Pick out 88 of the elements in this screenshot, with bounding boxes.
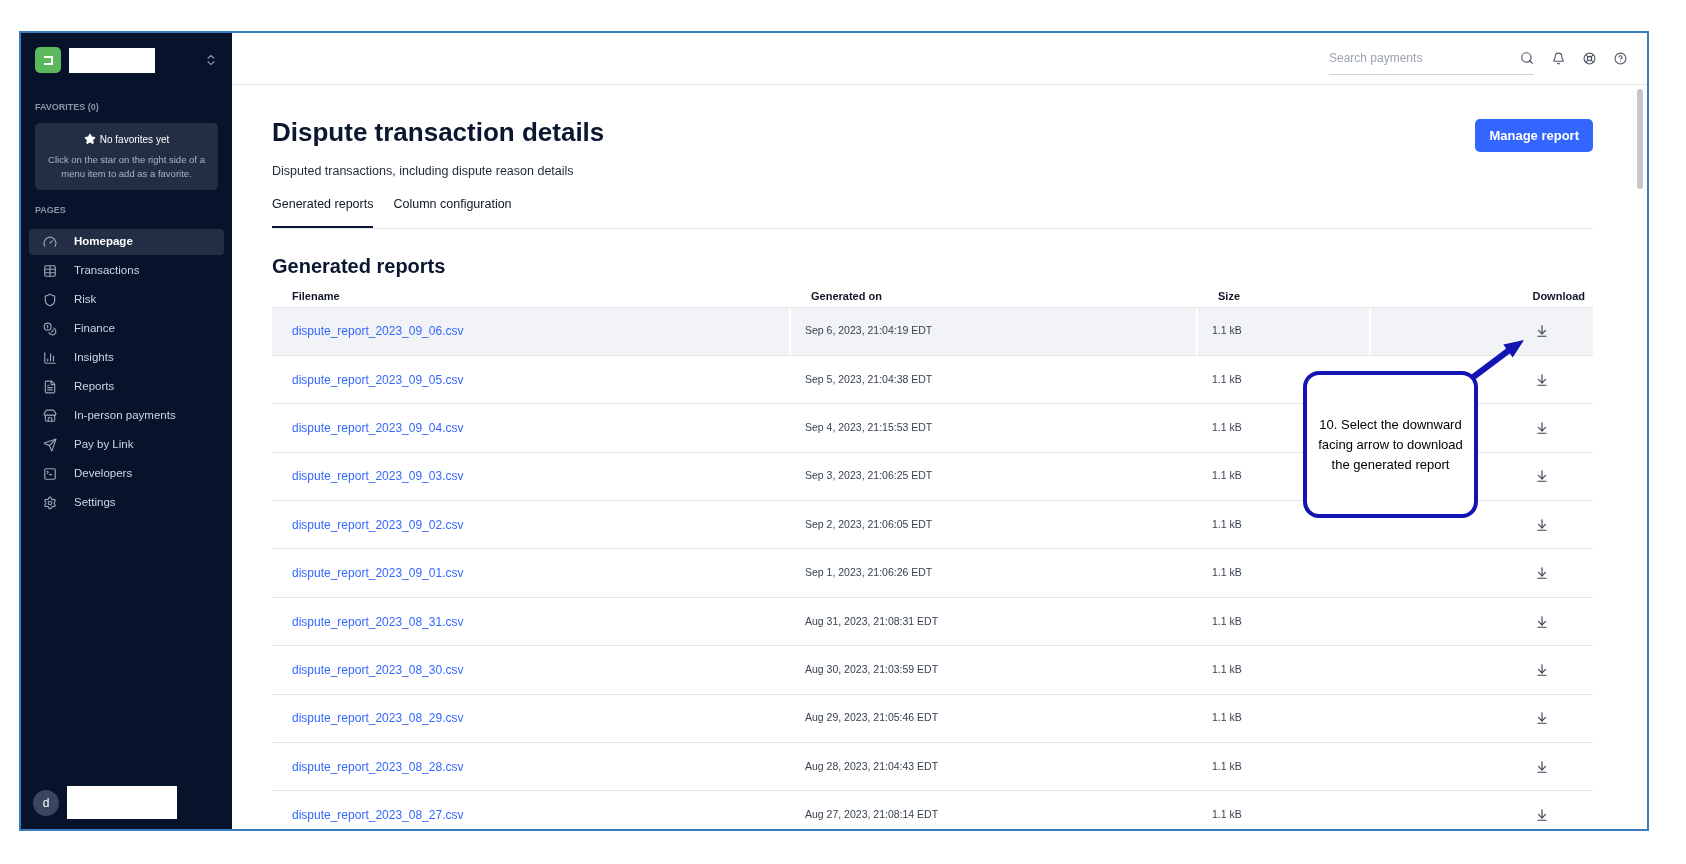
empty-title: No favorites yet [99, 132, 170, 147]
settings-icon [43, 496, 57, 510]
table-cell: 1.1 kB [1212, 807, 1242, 823]
table-cell-text: Sep 3, 2023, 21:06:25 EDT [805, 468, 933, 484]
help-icon[interactable] [1614, 52, 1627, 65]
logo-icon [35, 47, 61, 73]
table-cell-text: 1.1 kB [1212, 468, 1242, 484]
bar-chart-icon [43, 351, 57, 365]
download-icon[interactable] [1535, 614, 1549, 629]
file-link[interactable]: dispute_report_2023_08_29.csv [292, 709, 464, 728]
star-icon [83, 133, 96, 145]
tab[interactable]: Column configuration [393, 194, 512, 228]
search-field[interactable]: Search payments [1329, 42, 1534, 75]
table-cell: Aug 27, 2023, 21:08:14 EDT [805, 807, 939, 823]
file-link[interactable]: dispute_report_2023_08_27.csv [292, 806, 464, 825]
sidebar-item[interactable]: Finance [29, 316, 224, 342]
download-icon[interactable] [1535, 469, 1549, 484]
table-cell: Sep 1, 2023, 21:06:26 EDT [805, 565, 933, 581]
file-link[interactable]: dispute_report_2023_09_02.csv [292, 515, 464, 534]
download-icon[interactable] [1535, 759, 1549, 774]
table-cell-text: Sep 5, 2023, 21:04:38 EDT [805, 371, 933, 387]
table-cell-text: Aug 31, 2023, 21:08:31 EDT [805, 613, 939, 629]
bell-icon[interactable] [1552, 52, 1565, 65]
file-link[interactable]: dispute_report_2023_09_01.csv [292, 564, 464, 583]
table-cell-text: 1.1 kB [1212, 323, 1242, 339]
sidebar-item[interactable]: Developers [29, 461, 224, 487]
file-link[interactable]: dispute_report_2023_09_06.csv [292, 322, 464, 341]
table-cell-text: Aug 28, 2023, 21:04:43 EDT [805, 758, 939, 774]
download-icon[interactable] [1535, 420, 1549, 435]
gauge-icon [43, 235, 57, 249]
table-cell-text: Sep 6, 2023, 21:04:19 EDT [805, 323, 933, 339]
file-link[interactable]: dispute_report_2023_08_30.csv [292, 660, 464, 679]
lifebuoy-icon[interactable] [1583, 52, 1596, 65]
callout-text: 10. Select the downward facing arrow to download the generated report [1317, 415, 1464, 474]
sidebar-item[interactable]: Risk [29, 287, 224, 313]
download-icon[interactable] [1535, 711, 1549, 726]
table-cell-text: 1.1 kB [1212, 613, 1242, 629]
manage-report-button[interactable]: Manage report [1475, 119, 1593, 152]
download-icon[interactable] [1535, 324, 1549, 339]
table-cell-text: 1.1 kB [1212, 371, 1242, 387]
terminal-icon [43, 467, 57, 481]
download-icon[interactable] [1535, 662, 1549, 677]
table-cell: 1.1 kB [1212, 420, 1242, 436]
table-icon [43, 264, 57, 278]
page-title: Dispute transaction details [272, 116, 605, 149]
user-avatar[interactable]: d [33, 789, 59, 816]
search-icon[interactable] [1520, 51, 1534, 65]
table-cell: 1.1 kB [1212, 662, 1242, 678]
table-cell-text: Aug 29, 2023, 21:05:46 EDT [805, 710, 939, 726]
sidebar-item[interactable]: Transactions [29, 258, 224, 284]
sidebar-item[interactable]: Insights [29, 345, 224, 371]
file-link[interactable]: dispute_report_2023_09_04.csv [292, 418, 464, 437]
empty-text: Click on the star on the right side of a menu item to add as a favorite. [47, 152, 206, 181]
document-icon [43, 380, 57, 394]
sidebar-item[interactable]: In-person payments [29, 403, 224, 429]
file-link[interactable]: dispute_report_2023_09_05.csv [292, 370, 464, 389]
file-link[interactable]: dispute_report_2023_08_31.csv [292, 612, 464, 631]
sidebar-item[interactable]: Pay by Link [29, 432, 224, 458]
page-subtitle: Disputed transactions, including dispute reason details [272, 163, 575, 180]
download-icon[interactable] [1535, 517, 1549, 532]
table-cell: Sep 4, 2023, 21:15:53 EDT [805, 420, 933, 436]
store-icon [43, 409, 57, 423]
download-icon[interactable] [1535, 372, 1549, 387]
table-cell-text: 1.1 kB [1212, 516, 1242, 532]
download-icon[interactable] [1535, 808, 1549, 823]
column-header: Filename [291, 289, 341, 305]
section-title: Generated reports [272, 253, 447, 279]
section-heading: FAVORITES (0) [34, 101, 100, 114]
table-cell-text: Sep 2, 2023, 21:06:05 EDT [805, 516, 933, 532]
coins-icon [43, 322, 57, 336]
tab[interactable]: Generated reports [272, 194, 374, 228]
paper-plane-icon [43, 438, 57, 452]
sidebar-item[interactable]: Homepage [29, 229, 224, 255]
file-link[interactable]: dispute_report_2023_08_28.csv [292, 757, 464, 776]
search-input[interactable]: Search payments [1329, 49, 1520, 67]
table-cell-text: 1.1 kB [1212, 710, 1242, 726]
table-cell: Aug 30, 2023, 21:03:59 EDT [805, 662, 939, 678]
download-icon[interactable] [1535, 566, 1549, 581]
sidebar-item[interactable]: Reports [29, 374, 224, 400]
table-cell: 1.1 kB [1212, 565, 1242, 581]
column-header: Size [1217, 289, 1241, 305]
file-link[interactable]: dispute_report_2023_09_03.csv [292, 467, 464, 486]
shield-icon [43, 293, 57, 307]
column-header: Download [1532, 289, 1586, 305]
sidebar-item[interactable]: Settings [29, 490, 224, 516]
section-heading: PAGES [34, 203, 67, 217]
table-cell-text: 1.1 kB [1212, 758, 1242, 774]
column-header: Generated on [810, 289, 883, 305]
